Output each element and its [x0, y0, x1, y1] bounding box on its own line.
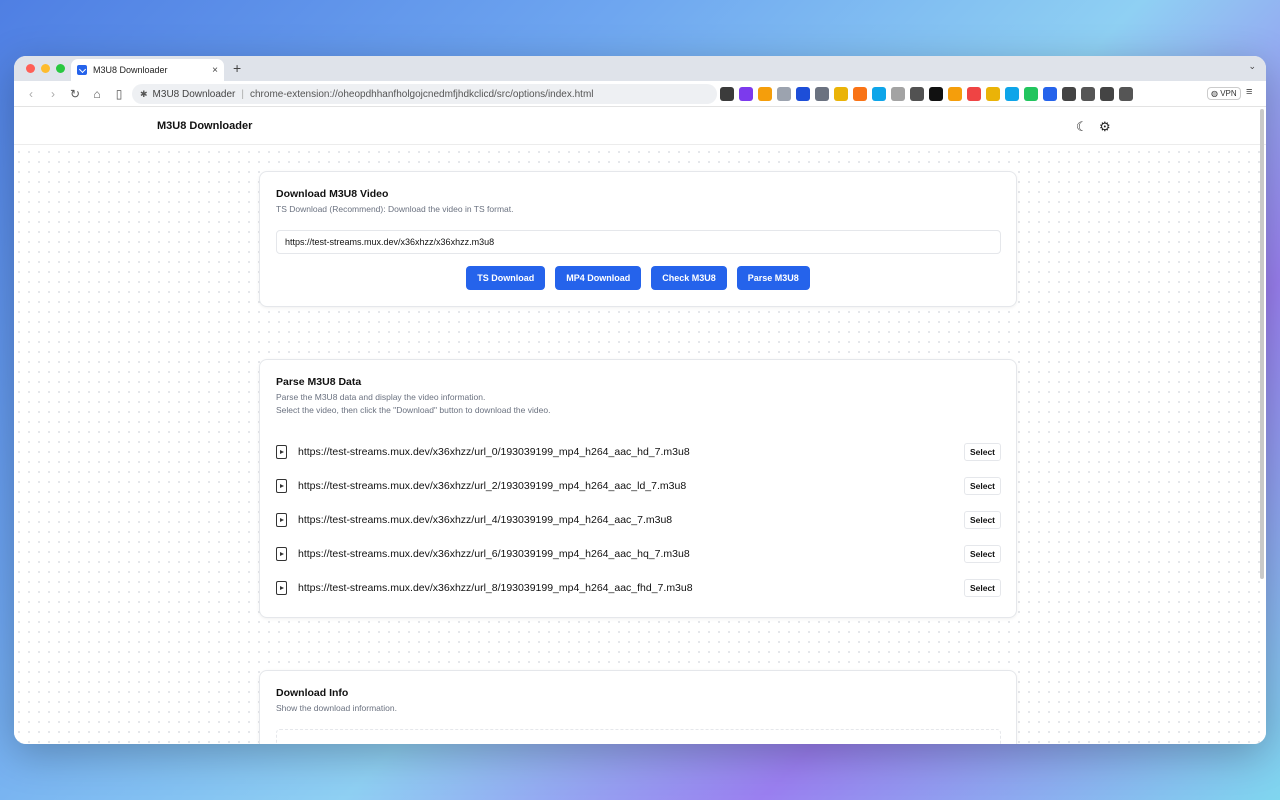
extension-20-icon[interactable] — [1081, 87, 1095, 101]
extension-8-icon[interactable] — [853, 87, 867, 101]
parse-card-title: Parse M3U8 Data — [276, 376, 362, 388]
download-card-desc: TS Download (Recommend): Download the vi… — [276, 204, 514, 214]
tab-search-chevron-icon[interactable]: ⌄ — [1248, 61, 1256, 72]
app-header: M3U8 Downloader ☾ ⚙ — [14, 107, 1266, 145]
variant-list: https://test-streams.mux.dev/x36xhzz/url… — [276, 435, 1001, 605]
video-file-icon — [276, 479, 287, 493]
forward-icon[interactable]: › — [42, 87, 64, 101]
extension-6-icon[interactable] — [815, 87, 829, 101]
theme-toggle-icon[interactable]: ☾ — [1076, 119, 1088, 135]
variant-url: https://test-streams.mux.dev/x36xhzz/url… — [298, 582, 693, 594]
omnibox-extension-name: M3U8 Downloader — [152, 88, 236, 100]
extension-12-icon[interactable] — [929, 87, 943, 101]
extension-2-icon[interactable] — [739, 87, 753, 101]
ts-download-button[interactable]: TS Download — [466, 266, 546, 290]
variant-url: https://test-streams.mux.dev/x36xhzz/url… — [298, 548, 690, 560]
parse-m3u8-button[interactable]: Parse M3U8 — [736, 266, 810, 290]
page-scrollbar[interactable] — [1260, 109, 1264, 579]
list-item: https://test-streams.mux.dev/x36xhzz/url… — [276, 435, 1001, 469]
list-item: https://test-streams.mux.dev/x36xhzz/url… — [276, 469, 1001, 503]
settings-icon[interactable]: ⚙ — [1099, 119, 1111, 135]
extension-19-icon[interactable] — [1062, 87, 1076, 101]
download-actions: TS Download MP4 Download Check M3U8 Pars… — [260, 266, 1016, 290]
extension-18-icon[interactable] — [1043, 87, 1057, 101]
variant-url: https://test-streams.mux.dev/x36xhzz/url… — [298, 446, 690, 458]
video-file-icon — [276, 547, 287, 561]
home-icon[interactable]: ⌂ — [86, 87, 108, 101]
extension-favicon-icon — [77, 65, 87, 75]
download-info-desc: Show the download information. — [276, 703, 397, 713]
omnibox-url[interactable]: chrome-extension://oheopdhhanfholgojcned… — [250, 89, 594, 100]
puzzle-icon: ✱ — [140, 88, 148, 99]
extension-9-icon[interactable] — [872, 87, 886, 101]
parse-card: Parse M3U8 Data Parse the M3U8 data and … — [259, 359, 1017, 618]
download-info-card: Download Info Show the download informat… — [259, 670, 1017, 744]
download-info-box — [276, 729, 1001, 744]
extension-11-icon[interactable] — [910, 87, 924, 101]
minimize-window-button[interactable] — [41, 64, 50, 73]
vpn-button[interactable]: ◍ VPN — [1207, 87, 1241, 100]
extension-10-icon[interactable] — [891, 87, 905, 101]
select-button[interactable]: Select — [963, 477, 1001, 495]
check-m3u8-button[interactable]: Check M3U8 — [651, 266, 727, 290]
window-controls — [26, 64, 65, 73]
variant-url: https://test-streams.mux.dev/x36xhzz/url… — [298, 514, 673, 526]
mp4-download-button[interactable]: MP4 Download — [555, 266, 642, 290]
download-card-title: Download M3U8 Video — [276, 188, 389, 200]
extension-16-icon[interactable] — [1005, 87, 1019, 101]
video-file-icon — [276, 581, 287, 595]
options-page: M3U8 Downloader ☾ ⚙ Download M3U8 Video … — [14, 107, 1266, 744]
list-item: https://test-streams.mux.dev/x36xhzz/url… — [276, 537, 1001, 571]
parse-card-desc-2: Select the video, then click the "Downlo… — [276, 405, 551, 415]
close-tab-icon[interactable]: × — [212, 65, 218, 76]
select-button[interactable]: Select — [963, 511, 1001, 529]
select-button[interactable]: Select — [963, 545, 1001, 563]
browser-toolbar: ‹ › ↻ ⌂ ▯ ✱ M3U8 Downloader | chrome-ext… — [14, 81, 1266, 107]
download-card: Download M3U8 Video TS Download (Recomme… — [259, 171, 1017, 307]
tab-title: M3U8 Downloader — [93, 65, 168, 75]
close-window-button[interactable] — [26, 64, 35, 73]
extension-13-icon[interactable] — [948, 87, 962, 101]
extension-21-icon[interactable] — [1100, 87, 1114, 101]
browser-window: M3U8 Downloader × + ⌄ ‹ › ↻ ⌂ ▯ ✱ M3U8 D… — [14, 56, 1266, 744]
m3u8-url-input[interactable] — [276, 230, 1001, 254]
list-item: https://test-streams.mux.dev/x36xhzz/url… — [276, 571, 1001, 605]
tab-strip: M3U8 Downloader × + ⌄ — [14, 56, 1266, 81]
variant-url: https://test-streams.mux.dev/x36xhzz/url… — [298, 480, 687, 492]
extension-22-icon[interactable] — [1119, 87, 1133, 101]
extension-17-icon[interactable] — [1024, 87, 1038, 101]
app-title: M3U8 Downloader — [157, 120, 253, 132]
extension-5-icon[interactable] — [796, 87, 810, 101]
tab-m3u8-downloader[interactable]: M3U8 Downloader × — [71, 59, 224, 81]
extension-3-icon[interactable] — [758, 87, 772, 101]
parse-card-desc-1: Parse the M3U8 data and display the vide… — [276, 392, 486, 402]
new-tab-button[interactable]: + — [233, 60, 241, 76]
extension-14-icon[interactable] — [967, 87, 981, 101]
vpn-label: VPN — [1220, 89, 1237, 98]
address-bar[interactable]: ✱ M3U8 Downloader | chrome-extension://o… — [132, 84, 717, 104]
reload-icon[interactable]: ↻ — [64, 87, 86, 101]
list-item: https://test-streams.mux.dev/x36xhzz/url… — [276, 503, 1001, 537]
extension-7-icon[interactable] — [834, 87, 848, 101]
menu-icon[interactable]: ≡ — [1246, 86, 1252, 98]
video-file-icon — [276, 445, 287, 459]
extension-15-icon[interactable] — [986, 87, 1000, 101]
extension-icons — [720, 87, 1133, 101]
extension-4-icon[interactable] — [777, 87, 791, 101]
omnibox-separator: | — [241, 88, 244, 100]
select-button[interactable]: Select — [963, 579, 1001, 597]
bookmark-icon[interactable]: ▯ — [108, 87, 130, 101]
extension-1-icon[interactable] — [720, 87, 734, 101]
video-file-icon — [276, 513, 287, 527]
zoom-window-button[interactable] — [56, 64, 65, 73]
select-button[interactable]: Select — [963, 443, 1001, 461]
download-info-title: Download Info — [276, 687, 349, 699]
back-icon[interactable]: ‹ — [20, 87, 42, 101]
